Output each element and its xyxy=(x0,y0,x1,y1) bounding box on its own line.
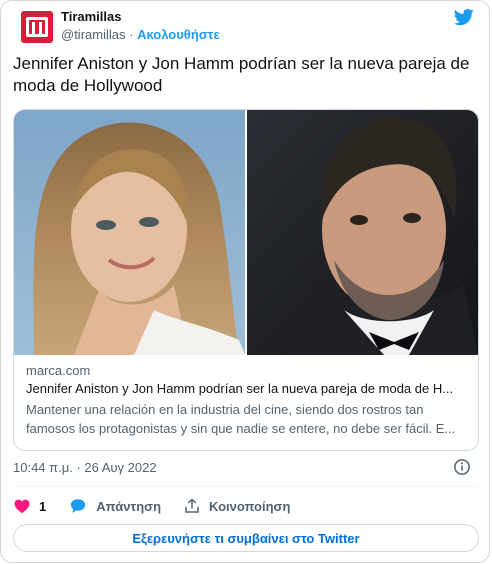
card-title[interactable]: Jennifer Aniston y Jon Hamm podrían ser … xyxy=(26,380,466,398)
link-card[interactable]: marca.com Jennifer Aniston y Jon Hamm po… xyxy=(13,109,479,451)
handle-row: @tiramillas · Ακολουθήστε xyxy=(61,27,220,42)
explore-twitter-button[interactable]: Εξερευνήστε τι συμβαίνει στο Twitter xyxy=(13,524,479,552)
share-button[interactable]: Κοινοποίηση xyxy=(183,497,290,515)
card-body: marca.com Jennifer Aniston y Jon Hamm po… xyxy=(26,362,466,438)
share-label: Κοινοποίηση xyxy=(209,498,291,514)
account-name[interactable]: Tiramillas xyxy=(61,9,121,24)
like-count: 1 xyxy=(39,498,47,514)
card-domain: marca.com xyxy=(26,363,91,378)
handle-separator: · xyxy=(129,27,134,42)
heart-icon xyxy=(14,499,30,514)
tweet-embed: Tiramillas @tiramillas · Ακολουθήστε Jen… xyxy=(0,0,490,563)
info-icon[interactable] xyxy=(453,458,471,476)
tweet-timestamp[interactable]: 10:44 π.μ. · 26 Αυγ 2022 xyxy=(13,460,157,475)
card-description: Mantener una relación en la industria de… xyxy=(26,402,456,436)
action-bar: 1 Απάντηση Κοινοποίηση xyxy=(13,495,312,517)
tweet-header: Tiramillas @tiramillas · Ακολουθήστε xyxy=(21,7,475,47)
reply-label: Απάντηση xyxy=(96,498,162,514)
avatar[interactable] xyxy=(21,11,53,43)
divider xyxy=(13,486,477,487)
like-button[interactable]: 1 xyxy=(13,497,46,515)
account-handle[interactable]: @tiramillas xyxy=(61,27,125,42)
twitter-bird-icon[interactable] xyxy=(453,7,475,27)
tiramillas-logo-icon xyxy=(26,17,48,37)
reply-button[interactable]: Απάντηση xyxy=(68,497,161,515)
share-icon xyxy=(185,498,199,513)
card-image[interactable] xyxy=(14,110,478,355)
tweet-text: Jennifer Aniston y Jon Hamm podrían ser … xyxy=(13,54,470,95)
follow-button[interactable]: Ακολουθήστε xyxy=(137,27,220,42)
reply-bubble-icon xyxy=(71,499,86,513)
